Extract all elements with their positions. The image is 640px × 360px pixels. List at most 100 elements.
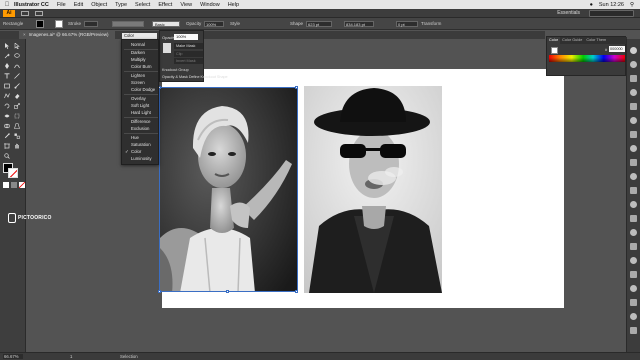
clock[interactable]: Sun 12:26 [599,2,624,8]
menu-view[interactable]: View [180,2,192,8]
height-field[interactable]: 834.183 pt [344,21,374,27]
rotate-tool-icon[interactable] [4,103,10,109]
blend-option-darken[interactable]: Darken [122,49,160,56]
artboard-number[interactable]: 1 [70,354,72,359]
color-spectrum-bar[interactable] [549,55,625,62]
magic-wand-tool-icon[interactable] [4,53,10,59]
pathfinder-icon[interactable] [630,243,637,250]
blend-option-hard-light[interactable]: Hard Light [122,109,160,116]
blend-option-exclusion[interactable]: Exclusion [122,125,160,132]
blend-option-overlay[interactable]: Overlay [122,95,160,102]
transform-button[interactable]: Transform [421,21,441,26]
shaper-tool-icon[interactable] [4,93,10,99]
menu-effect[interactable]: Effect [158,2,172,8]
symbols-icon[interactable] [630,117,637,124]
blend-option-lighten[interactable]: Lighten [122,72,160,79]
blend-option-color-dodge[interactable]: Color Dodge [122,86,160,93]
blend-option-color[interactable]: Color [122,148,160,155]
knockout-shape-checkbox[interactable]: Opacity & Mask Define Knockout Shape [162,75,228,79]
libraries-icon[interactable] [630,327,637,334]
blend-option-color-burn[interactable]: Color Burn [122,63,160,70]
scale-tool-icon[interactable] [14,103,20,109]
blend-option-screen[interactable]: Screen [122,79,160,86]
swatches-icon[interactable] [630,89,637,96]
transform-panel-icon[interactable] [630,257,637,264]
current-color-swatch[interactable] [551,47,558,54]
blend-option-multiply[interactable]: Multiply [122,56,160,63]
type-tool-icon[interactable] [4,73,10,79]
gradient-panel-icon[interactable] [630,145,637,152]
menu-edit[interactable]: Edit [74,2,83,8]
appearance-icon[interactable] [630,173,637,180]
current-tool-label[interactable]: Selection [120,354,138,360]
artboards-icon[interactable] [630,215,637,222]
wifi-icon[interactable]: ● [590,2,593,8]
stroke-color-swatch[interactable] [55,20,63,28]
layers-icon[interactable] [630,201,637,208]
blend-tool-icon[interactable] [14,133,20,139]
corner-field[interactable]: 0 pt [396,21,418,27]
menu-file[interactable]: File [57,2,66,8]
opacity-label[interactable]: Opacity [186,21,201,26]
eyedropper-tool-icon[interactable] [4,133,10,139]
pen-tool-icon[interactable] [4,63,10,69]
variable-width-field[interactable] [112,21,144,27]
portrait-photo-man[interactable] [304,86,442,293]
eraser-tool-icon[interactable] [14,93,20,99]
knockout-group-checkbox[interactable]: Knockout Group [162,68,204,72]
tab-color-guide[interactable]: Color Guide [560,37,584,44]
stroke-panel-icon[interactable] [630,131,637,138]
selection-handle-bottom-right[interactable] [295,290,298,293]
style-label[interactable]: Style [230,21,240,26]
shape-label[interactable]: Shape [290,21,303,26]
color-panel-icon[interactable] [630,47,637,54]
selection-handle-bottom-left[interactable] [158,290,161,293]
portrait-photo-woman[interactable] [159,87,298,292]
tab-color[interactable]: Color [547,37,561,44]
blend-option-hue[interactable]: Hue [122,134,160,141]
menu-window[interactable]: Window [200,2,220,8]
hex-input[interactable]: 000000 [609,46,625,52]
align-icon[interactable] [630,229,637,236]
apple-icon[interactable]:  [0,2,14,8]
direct-selection-tool-icon[interactable] [14,43,20,49]
zoom-level-field[interactable]: 66.67% [3,354,23,359]
selection-handle-bottom-center[interactable] [226,290,229,293]
close-tab-icon[interactable]: × [23,32,26,37]
links-icon[interactable] [630,313,637,320]
blend-option-saturation[interactable]: Saturation [122,141,160,148]
zoom-tool-icon[interactable] [4,153,10,159]
search-stock-field[interactable] [589,10,634,17]
paintbrush-tool-icon[interactable] [14,83,20,89]
workspace-switcher[interactable]: Essentials [557,10,580,16]
graphic-styles-icon[interactable] [630,187,637,194]
menu-type[interactable]: Type [115,2,127,8]
brushes-icon[interactable] [630,103,637,110]
transparency-panel-icon[interactable] [630,159,637,166]
arrange-documents-icon[interactable] [35,10,43,16]
stroke-weight-field[interactable] [84,21,98,27]
perspective-grid-tool-icon[interactable] [14,123,20,129]
character-icon[interactable] [630,271,637,278]
menu-object[interactable]: Object [91,2,107,8]
brush-field[interactable]: Basic [152,21,180,27]
transparency-opacity-field[interactable]: 100% [174,34,198,40]
opentype-icon[interactable] [630,299,637,306]
width-tool-icon[interactable] [4,113,10,119]
none-mode-icon[interactable] [19,182,25,188]
width-field[interactable]: 623 pt [306,21,332,27]
rectangle-tool-icon[interactable] [4,83,10,89]
artboard-tool-icon[interactable] [4,143,10,149]
gradient-mode-icon[interactable] [11,182,17,188]
make-mask-button[interactable]: Make Mask [174,43,203,49]
stroke-label[interactable]: Stroke [68,21,81,26]
fill-color-swatch[interactable] [36,20,44,28]
blend-option-soft-light[interactable]: Soft Light [122,102,160,109]
menu-select[interactable]: Select [135,2,150,8]
selection-handle-top-right[interactable] [295,86,298,89]
free-transform-tool-icon[interactable] [14,113,20,119]
curvature-tool-icon[interactable] [14,63,20,69]
app-menu[interactable]: Illustrator CC [14,2,49,8]
document-tab[interactable]: × Imagenes.ai* @ 66.67% (RGB/Preview) [19,31,115,39]
hand-tool-icon[interactable] [14,143,20,149]
